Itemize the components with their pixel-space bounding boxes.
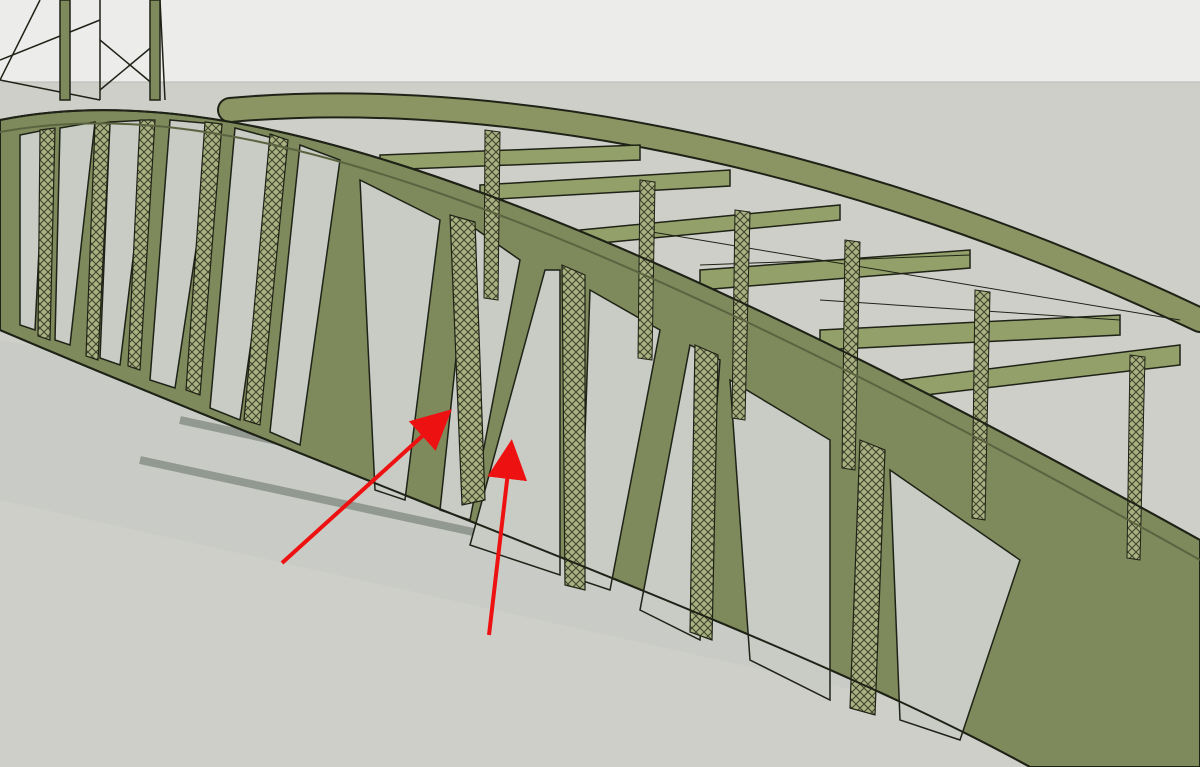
bridge-scene bbox=[0, 0, 1200, 767]
sky bbox=[0, 0, 1200, 82]
bridge-drawing bbox=[0, 0, 1200, 767]
